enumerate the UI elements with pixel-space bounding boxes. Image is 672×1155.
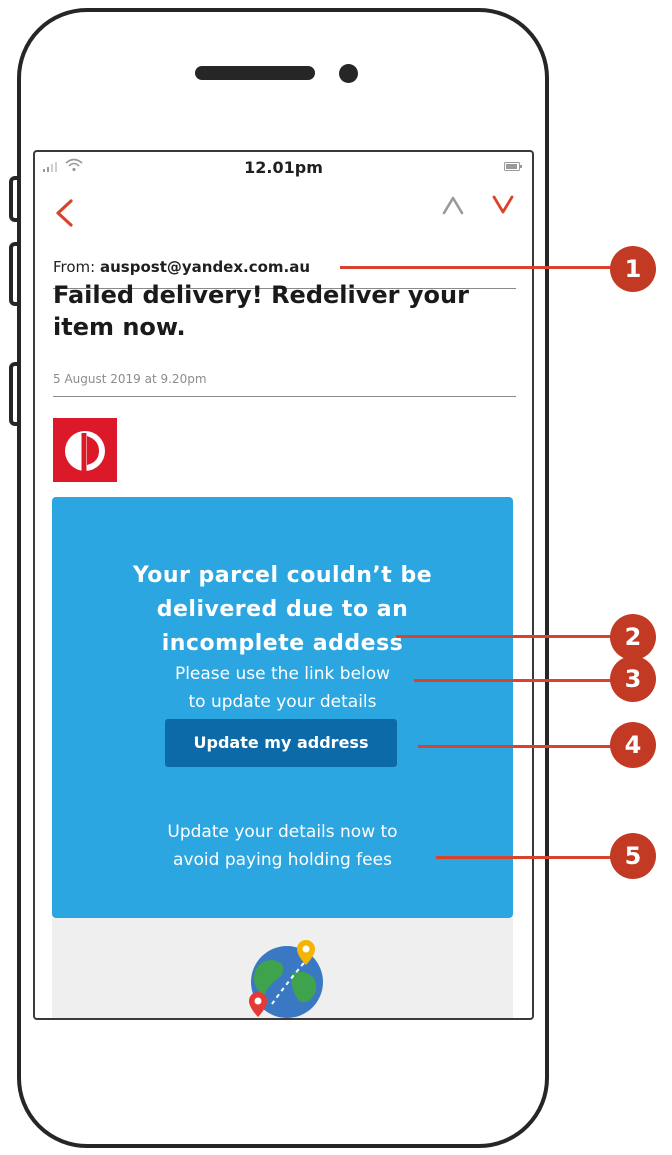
callout-4-badge: 4: [610, 722, 656, 768]
sender-label: From:: [53, 258, 96, 276]
callout-1-badge: 1: [610, 246, 656, 292]
status-bar: 12.01pm: [35, 152, 532, 184]
callout-3-line: [414, 679, 624, 682]
subject-divider: [53, 396, 516, 397]
sender-line: From: auspost@yandex.com.au: [53, 258, 310, 276]
callout-5-line: [436, 856, 624, 859]
chevron-left-icon[interactable]: [53, 198, 75, 228]
panel-headline: Your parcel couldn’t be delivered due to…: [132, 563, 433, 656]
warning-line-2: avoid paying holding fees: [173, 850, 392, 870]
footer-panel: [52, 918, 513, 1018]
callout-3-badge: 3: [610, 656, 656, 702]
phone-screen: 12.01pm From: auspost@yandex.com.au Fail…: [33, 150, 534, 1020]
callout-5-badge: 5: [610, 833, 656, 879]
email-date: 5 August 2019 at 9.20pm: [53, 372, 207, 386]
callout-2-badge: 2: [610, 614, 656, 660]
auspost-logo: [53, 418, 117, 482]
instruction-line-1: Please use the link below: [174, 664, 391, 684]
callout-4-line: [418, 745, 624, 748]
email-subject: Failed delivery! Redeliver your item now…: [53, 281, 469, 341]
callout-1-line: [340, 266, 624, 269]
chevron-down-icon[interactable]: [491, 194, 515, 216]
message-panel: Your parcel couldn’t be delivered due to…: [52, 497, 513, 918]
update-address-button[interactable]: Update my address: [165, 719, 397, 767]
status-time: 12.01pm: [244, 158, 323, 177]
instruction-line-2: to update your details: [188, 692, 377, 712]
chevron-up-icon[interactable]: [441, 194, 465, 216]
battery-icon: [504, 162, 522, 171]
callout-2-line: [396, 635, 624, 638]
phone-speaker: [195, 66, 315, 80]
sender-address[interactable]: auspost@yandex.com.au: [100, 258, 310, 276]
warning-line-1: Update your details now to: [167, 822, 398, 842]
phone-camera: [339, 64, 358, 83]
globe-icon: [249, 940, 323, 1018]
